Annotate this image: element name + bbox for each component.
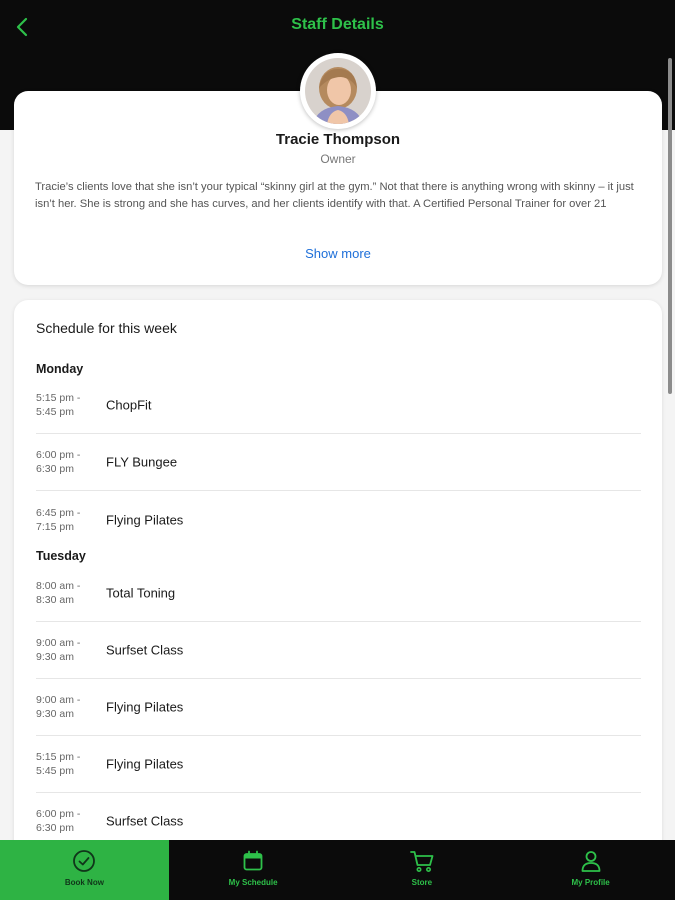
bottom-nav: Book Now My Schedule Store My Profile (0, 840, 675, 900)
schedule-card: Schedule for this week Monday 5:15 pm - … (14, 300, 662, 860)
staff-name: Tracie Thompson (275, 131, 401, 148)
day-label-tuesday: Tuesday (36, 549, 86, 563)
class-time: 9:00 am - 9:30 am (36, 637, 81, 663)
nav-label: Book Now (64, 878, 104, 887)
class-name: Surfset Class (106, 813, 184, 829)
nav-book-now[interactable]: Book Now (0, 840, 169, 900)
show-more-link[interactable]: Show more (14, 246, 662, 261)
class-row[interactable]: 9:00 am - 9:30 am Flying Pilates (36, 679, 641, 736)
class-name: Surfset Class (106, 642, 184, 658)
staff-role: Owner (320, 152, 356, 166)
nav-label: My Schedule (228, 878, 278, 887)
cart-icon (409, 851, 434, 872)
class-name: Flying Pilates (106, 756, 184, 772)
class-time: 5:15 pm - 5:45 pm (36, 751, 81, 777)
schedule-title: Schedule for this week (36, 320, 177, 336)
class-row[interactable]: 6:45 pm - 7:15 pm Flying Pilates (36, 491, 641, 548)
class-row[interactable]: 5:15 pm - 5:45 pm Flying Pilates (36, 736, 641, 793)
class-time: 5:15 pm - 5:45 pm (36, 392, 81, 418)
avatar (300, 53, 376, 129)
class-row[interactable]: 9:00 am - 9:30 am Surfset Class (36, 622, 641, 679)
user-icon (581, 851, 601, 872)
calendar-icon (243, 850, 263, 871)
avatar-photo (305, 58, 371, 124)
class-name: Flying Pilates (106, 699, 184, 715)
staff-bio: Tracie’s clients love that she isn’t you… (35, 181, 634, 210)
class-name: Total Toning (106, 585, 176, 601)
page-title: Staff Details (291, 16, 384, 33)
class-row[interactable]: 5:15 pm - 5:45 pm ChopFit (36, 377, 641, 434)
nav-store[interactable]: Store (338, 840, 507, 900)
check-circle-icon (73, 850, 96, 872)
class-time: 6:45 pm - 7:15 pm (36, 506, 81, 533)
class-time: 6:00 pm - 6:30 pm (36, 449, 81, 475)
class-name: Flying Pilates (106, 512, 184, 527)
class-time: 9:00 am - 9:30 am (36, 694, 81, 720)
class-time: 6:00 pm - 6:30 pm (36, 808, 81, 834)
class-name: FLY Bungee (106, 454, 178, 470)
class-time: 8:00 am - 8:30 am (36, 580, 81, 606)
nav-my-profile[interactable]: My Profile (506, 840, 675, 900)
nav-my-schedule[interactable]: My Schedule (169, 840, 338, 900)
nav-label: My Profile (571, 878, 610, 887)
nav-label: Store (411, 878, 433, 887)
day-label-monday: Monday (36, 362, 84, 376)
scrollbar[interactable] (668, 58, 672, 394)
class-row[interactable]: 8:00 am - 8:30 am Total Toning (36, 565, 641, 622)
class-row[interactable]: 6:00 pm - 6:30 pm FLY Bungee (36, 434, 641, 491)
class-name: ChopFit (106, 397, 152, 413)
